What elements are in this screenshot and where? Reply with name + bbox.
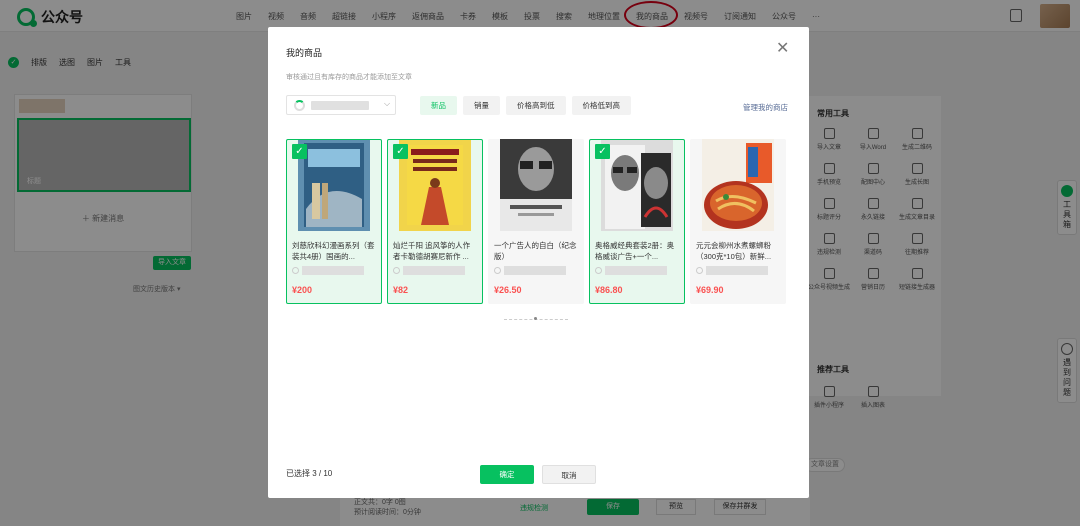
product-price: ¥86.80 xyxy=(595,285,623,295)
product-price: ¥82 xyxy=(393,285,409,295)
product-card[interactable]: ✓ 灿烂千阳 追风筝的人作者卡勒德胡赛尼新作 ... ¥82 xyxy=(387,139,483,304)
product-card[interactable]: ✓ 奥格威经典套装2册：奥格威谈广告+一个... ¥86.80 xyxy=(589,139,685,304)
sort-tabs: 新品 销量 价格高到低 价格低到高 xyxy=(420,96,631,115)
product-image xyxy=(500,139,572,231)
sort-tab-newest[interactable]: 新品 xyxy=(420,96,457,115)
checkbox-checked-icon[interactable]: ✓ xyxy=(393,144,408,159)
cancel-button[interactable]: 取消 xyxy=(542,465,596,484)
shop-name-redacted xyxy=(706,266,768,275)
product-name: 奥格威经典套装2册：奥格威谈广告+一个... xyxy=(595,241,675,261)
chevron-down-icon: ⌵ xyxy=(384,99,391,108)
product-name: 一个广告人的自白（纪念版） xyxy=(494,241,577,261)
product-image xyxy=(298,140,370,231)
product-shop xyxy=(595,266,667,275)
sort-tab-sales[interactable]: 销量 xyxy=(463,96,500,115)
product-image xyxy=(702,139,774,231)
dialog-subtitle: 审核通过且有库存的商品才能添加至文章 xyxy=(286,74,412,81)
product-image xyxy=(399,140,471,231)
checkbox-checked-icon[interactable]: ✓ xyxy=(595,144,610,159)
loading-icon xyxy=(294,100,305,111)
sort-tab-price-asc[interactable]: 价格低到高 xyxy=(571,96,631,115)
product-price: ¥200 xyxy=(292,285,313,295)
shop-icon xyxy=(696,267,703,274)
product-card[interactable]: 元元会柳州水煮螺蛳粉（300克*10包）新鲜... ¥69.90 xyxy=(690,139,786,304)
shop-icon xyxy=(393,267,400,274)
product-name: 刘慈欣科幻漫画系列（套装共4册）国画的... xyxy=(292,241,375,261)
pagination-dot[interactable] xyxy=(534,317,537,320)
shop-name-redacted xyxy=(302,266,364,275)
product-image xyxy=(601,140,673,231)
sort-tab-price-desc[interactable]: 价格高到低 xyxy=(506,96,566,115)
product-shop xyxy=(696,266,768,275)
shop-name-redacted xyxy=(504,266,566,275)
product-list: ✓ 刘慈欣科幻漫画系列（套装共4册）国画的... ¥200 ✓ 灿烂千阳 追风筝… xyxy=(286,139,786,304)
shop-icon xyxy=(494,267,501,274)
manage-shop-link[interactable]: 管理我的商店 xyxy=(743,102,788,113)
product-card[interactable]: ✓ 刘慈欣科幻漫画系列（套装共4册）国画的... ¥200 xyxy=(286,139,382,304)
product-name: 元元会柳州水煮螺蛳粉（300克*10包）新鲜... xyxy=(696,241,772,261)
shop-icon xyxy=(595,267,602,274)
checkbox-checked-icon[interactable]: ✓ xyxy=(292,144,307,159)
product-shop xyxy=(494,266,566,275)
shop-name-redacted xyxy=(605,266,667,275)
confirm-button[interactable]: 确定 xyxy=(480,465,534,484)
product-shop xyxy=(292,266,364,275)
shop-select[interactable]: ⌵ xyxy=(286,95,396,115)
close-icon[interactable]: ✕ xyxy=(776,41,789,57)
product-price: ¥69.90 xyxy=(696,285,724,295)
product-name: 灿烂千阳 追风筝的人作者卡勒德胡赛尼新作 ... xyxy=(393,241,471,261)
dialog-title: 我的商品 xyxy=(286,48,323,58)
shop-icon xyxy=(292,267,299,274)
product-shop xyxy=(393,266,465,275)
product-card[interactable]: 一个广告人的自白（纪念版） ¥26.50 xyxy=(488,139,584,304)
selected-count: 已选择 3 / 10 xyxy=(286,469,333,478)
shop-name-redacted xyxy=(311,101,369,110)
product-price: ¥26.50 xyxy=(494,285,522,295)
shop-name-redacted xyxy=(403,266,465,275)
my-products-dialog: 我的商品 ✕ 审核通过且有库存的商品才能添加至文章 ⌵ 新品 销量 价格高到低 … xyxy=(268,27,809,498)
